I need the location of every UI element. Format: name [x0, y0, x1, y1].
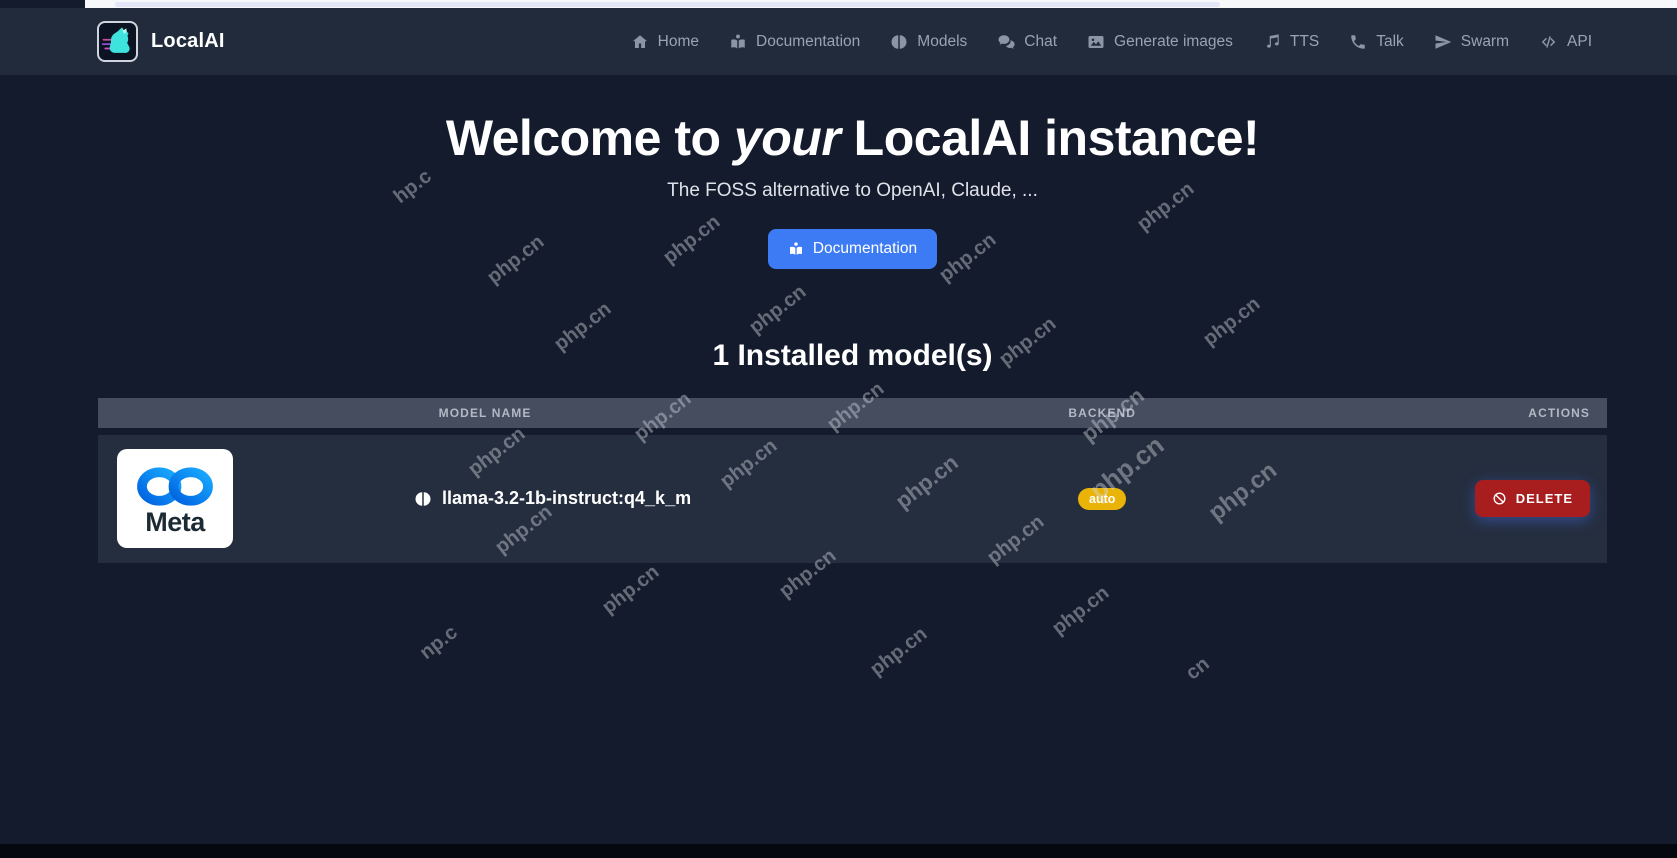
watermark-text: np.c: [415, 621, 462, 664]
nav-label: Documentation: [756, 32, 861, 50]
hero-subtitle: The FOSS alternative to OpenAI, Claude, …: [667, 180, 1038, 201]
nav-item-api[interactable]: API: [1539, 33, 1592, 51]
nav-item-documentation[interactable]: Documentation: [729, 33, 860, 51]
localai-llama-logo-icon: [97, 21, 138, 62]
nav-label: Generate images: [1114, 32, 1233, 50]
backend-cell: auto: [872, 487, 1332, 510]
title-emphasis: your: [733, 110, 841, 166]
meta-infinity-icon: [137, 467, 213, 506]
paper-plane-icon: [1435, 34, 1452, 49]
nav-label: Home: [657, 32, 700, 50]
watermark-text: php.cn: [866, 622, 932, 681]
book-reader-icon: [731, 34, 745, 48]
book-icon: [789, 242, 802, 255]
watermark-text: cn: [1181, 652, 1214, 685]
nav-item-chat[interactable]: Chat: [997, 33, 1057, 51]
brand-link[interactable]: LocalAI: [97, 21, 225, 62]
ban-icon: [1493, 492, 1506, 505]
documentation-button-label: Documentation: [812, 240, 918, 257]
model-name-text: llama-3.2-1b-instruct:q4_k_m: [442, 488, 692, 509]
chat-icon: [998, 34, 1015, 49]
documentation-button[interactable]: Documentation: [767, 229, 938, 269]
nav-label: Chat: [1024, 32, 1058, 50]
nav-label: Swarm: [1460, 32, 1510, 50]
navbar: LocalAI Home Documentation Models Chat G…: [0, 8, 1677, 75]
nav-item-swarm[interactable]: Swarm: [1434, 33, 1509, 51]
llama-icon: [101, 27, 130, 53]
brand-name: LocalAI: [151, 30, 225, 52]
delete-button-label: DELETE: [1515, 491, 1573, 507]
code-icon: [1541, 35, 1556, 48]
urlbar-remnant: [115, 2, 1220, 7]
delete-button[interactable]: DELETE: [1474, 480, 1590, 518]
music-icon: [1266, 33, 1279, 48]
browser-top-strip: [85, 0, 1677, 8]
bottom-strip: [0, 844, 1677, 858]
nav-item-generate-images[interactable]: Generate images: [1087, 33, 1233, 51]
phone-icon: [1351, 34, 1365, 49]
page-title: Welcome to your LocalAI instance!: [98, 111, 1607, 166]
model-table-row: Meta llama-3.2-1b-instruct:q4_k_m auto D…: [98, 434, 1607, 563]
main-content: Welcome to your LocalAI instance! The FO…: [98, 111, 1607, 563]
column-header-backend: BACKEND: [1068, 405, 1137, 420]
nav-label: TTS: [1289, 32, 1320, 50]
backend-badge: auto: [1078, 487, 1127, 510]
model-name: llama-3.2-1b-instruct:q4_k_m: [233, 488, 872, 509]
watermark-text: php.cn: [598, 560, 664, 619]
table-header-row: MODEL NAME BACKEND ACTIONS: [98, 397, 1607, 428]
title-pre: Welcome to: [445, 110, 734, 166]
image-icon: [1088, 35, 1104, 48]
column-header-actions: ACTIONS: [1528, 405, 1590, 420]
watermark-text: php.cn: [1048, 581, 1114, 640]
brain-icon: [415, 492, 431, 506]
installed-models-heading: 1 Installed model(s): [712, 339, 993, 372]
nav-item-models[interactable]: Models: [890, 33, 967, 51]
nav-item-talk[interactable]: Talk: [1349, 33, 1404, 51]
nav-label: API: [1567, 32, 1592, 50]
model-name-cell: Meta llama-3.2-1b-instruct:q4_k_m: [98, 435, 872, 563]
brain-icon: [891, 34, 907, 49]
title-post: LocalAI instance!: [840, 110, 1260, 166]
actions-cell: DELETE: [1332, 480, 1607, 518]
nav-label: Talk: [1376, 32, 1404, 50]
home-icon: [632, 34, 647, 48]
meta-logo: Meta: [117, 449, 233, 549]
models-table: MODEL NAME BACKEND ACTIONS Meta llama-3.…: [98, 397, 1607, 563]
meta-logo-text: Meta: [145, 506, 205, 537]
column-header-model-name: MODEL NAME: [438, 405, 532, 420]
nav-item-tts[interactable]: TTS: [1263, 33, 1319, 51]
nav-links: Home Documentation Models Chat Generate …: [631, 33, 1592, 51]
nav-item-home[interactable]: Home: [631, 33, 699, 51]
nav-label: Models: [917, 32, 968, 50]
